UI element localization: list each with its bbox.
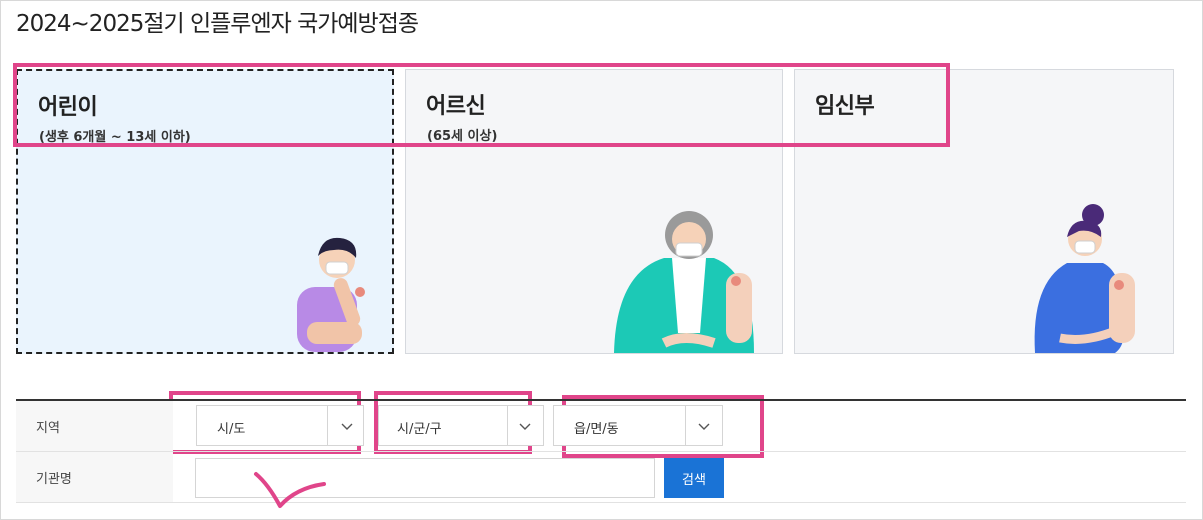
region-label: 지역	[16, 401, 173, 451]
region-label-text: 지역	[36, 420, 60, 436]
card-subtitle: (생후 6개월 ~ 13세 이하)	[39, 130, 191, 145]
select-divider	[507, 406, 508, 445]
row-divider	[16, 451, 1186, 452]
pregnant-illustration	[1034, 204, 1135, 353]
category-card-senior[interactable]: 어르신 (65세 이상)	[405, 69, 783, 354]
chevron-down-icon	[519, 423, 531, 430]
child-illustration	[297, 237, 365, 352]
row-divider	[16, 502, 1186, 503]
chevron-down-icon	[341, 423, 353, 430]
card-title: 임신부	[815, 94, 875, 119]
form-top-border	[16, 399, 1186, 401]
eupmyeondong-select[interactable]: 읍/면/동	[553, 405, 723, 446]
select-divider	[327, 406, 328, 445]
sigungu-select[interactable]: 시/군/구	[378, 405, 544, 446]
card-subtitle: (65세 이상)	[427, 129, 498, 144]
card-title: 어린이	[38, 95, 98, 120]
sido-select-value: 시/도	[217, 422, 246, 437]
page-title: 2024~2025절기 인플루엔자 국가예방접종	[16, 11, 419, 37]
senior-illustration	[614, 211, 754, 353]
check-annotation-icon	[254, 472, 326, 508]
search-button[interactable]: 검색	[664, 458, 724, 498]
org-label: 기관명	[16, 452, 173, 502]
sido-select[interactable]: 시/도	[196, 405, 364, 446]
card-title: 어르신	[426, 94, 486, 119]
category-card-child[interactable]: 어린이 (생후 6개월 ~ 13세 이하)	[16, 69, 394, 354]
select-divider	[685, 406, 686, 445]
eupmyeondong-select-value: 읍/면/동	[574, 422, 619, 437]
category-card-pregnant[interactable]: 임신부	[794, 69, 1174, 354]
org-label-text: 기관명	[36, 471, 72, 487]
chevron-down-icon	[698, 423, 710, 430]
sigungu-select-value: 시/군/구	[397, 422, 442, 437]
